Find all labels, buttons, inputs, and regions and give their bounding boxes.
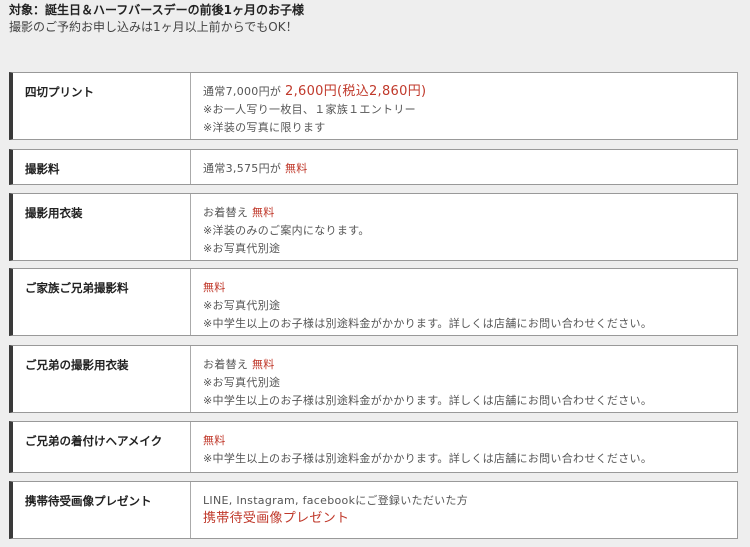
row-label: ご兄弟の着付けヘアメイク — [13, 422, 191, 472]
change-clothes-text: お着替え — [203, 358, 249, 371]
regular-price-text: 通常3,575円が — [203, 162, 282, 175]
benefit-row-sibling-hairmake: ご兄弟の着付けヘアメイク 無料 ※中学生以上のお子様は別途料金がかかります。詳し… — [9, 421, 738, 473]
row-content: お着替え 無料 ※洋装のみのご案内になります。 ※お写真代別途 — [203, 194, 729, 258]
row-content: お着替え 無料 ※お写真代別途 ※中学生以上のお子様は別途料金がかかります。詳し… — [203, 346, 729, 410]
row-content: 無料 ※中学生以上のお子様は別途料金がかかります。詳しくは店舗にお問い合わせくだ… — [203, 422, 729, 468]
free-text: 無料 — [203, 281, 226, 294]
header: 対象：誕生日＆ハーフバースデーの前後1ヶ月のお子様 撮影のご予約お申し込みは1ヶ… — [9, 2, 304, 36]
free-text: 無料 — [285, 162, 308, 175]
free-text: 無料 — [252, 358, 275, 371]
free-text: 無料 — [203, 434, 226, 447]
booking-note-text: 撮影のご予約お申し込みは1ヶ月以上前からでもOK！ — [9, 20, 298, 34]
benefit-row-photo-fee: 撮影料 通常3,575円が 無料 — [9, 149, 738, 185]
row-label: ご兄弟の撮影用衣装 — [13, 346, 191, 412]
note-line: ※お写真代別途 — [203, 299, 281, 312]
regular-price-text: 通常7,000円が — [203, 85, 282, 98]
benefit-row-print: 四切プリント 通常7,000円が 2,600円(税込2,860円) ※お一人写り… — [9, 72, 738, 140]
row-content: 無料 ※お写真代別途 ※中学生以上のお子様は別途料金がかかります。詳しくは店舗に… — [203, 269, 729, 333]
free-text: 無料 — [252, 206, 275, 219]
target-audience-text: 対象：誕生日＆ハーフバースデーの前後1ヶ月のお子様 — [9, 3, 305, 17]
benefit-row-wallpaper: 携帯待受画像プレゼント LINE, Instagram, facebookにご登… — [9, 481, 738, 539]
note-line: ※お写真代別途 — [203, 376, 281, 389]
benefit-row-costume: 撮影用衣装 お着替え 無料 ※洋装のみのご案内になります。 ※お写真代別途 — [9, 193, 738, 261]
note-line: ※お一人写り一枚目、１家族１エントリー — [203, 103, 416, 116]
benefit-row-sibling-costume: ご兄弟の撮影用衣装 お着替え 無料 ※お写真代別途 ※中学生以上のお子様は別途料… — [9, 345, 738, 413]
row-content: 通常3,575円が 無料 — [203, 150, 729, 178]
row-content: LINE, Instagram, facebookにご登録いただいた方 携帯待受… — [203, 482, 729, 528]
change-clothes-text: お着替え — [203, 206, 249, 219]
note-line: ※洋装の写真に限ります — [203, 121, 326, 134]
note-line: ※洋装のみのご案内になります。 — [203, 224, 370, 237]
benefit-row-family-fee: ご家族ご兄弟撮影料 無料 ※お写真代別途 ※中学生以上のお子様は別途料金がかかり… — [9, 268, 738, 336]
wallpaper-present-text: 携帯待受画像プレゼント — [203, 511, 350, 526]
note-line: ※お写真代別途 — [203, 242, 281, 255]
note-line: ※中学生以上のお子様は別途料金がかかります。詳しくは店舗にお問い合わせください。 — [203, 394, 653, 407]
sns-condition-text: LINE, Instagram, facebookにご登録いただいた方 — [203, 494, 469, 507]
note-line: ※中学生以上のお子様は別途料金がかかります。詳しくは店舗にお問い合わせください。 — [203, 317, 653, 330]
row-label: ご家族ご兄弟撮影料 — [13, 269, 191, 335]
row-label: 撮影料 — [13, 150, 191, 184]
row-label: 撮影用衣装 — [13, 194, 191, 260]
row-label: 四切プリント — [13, 73, 191, 139]
discount-price-text: 2,600円(税込2,860円) — [285, 84, 427, 99]
note-line: ※中学生以上のお子様は別途料金がかかります。詳しくは店舗にお問い合わせください。 — [203, 452, 653, 465]
row-label: 携帯待受画像プレゼント — [13, 482, 191, 538]
row-content: 通常7,000円が 2,600円(税込2,860円) ※お一人写り一枚目、１家族… — [203, 73, 729, 137]
